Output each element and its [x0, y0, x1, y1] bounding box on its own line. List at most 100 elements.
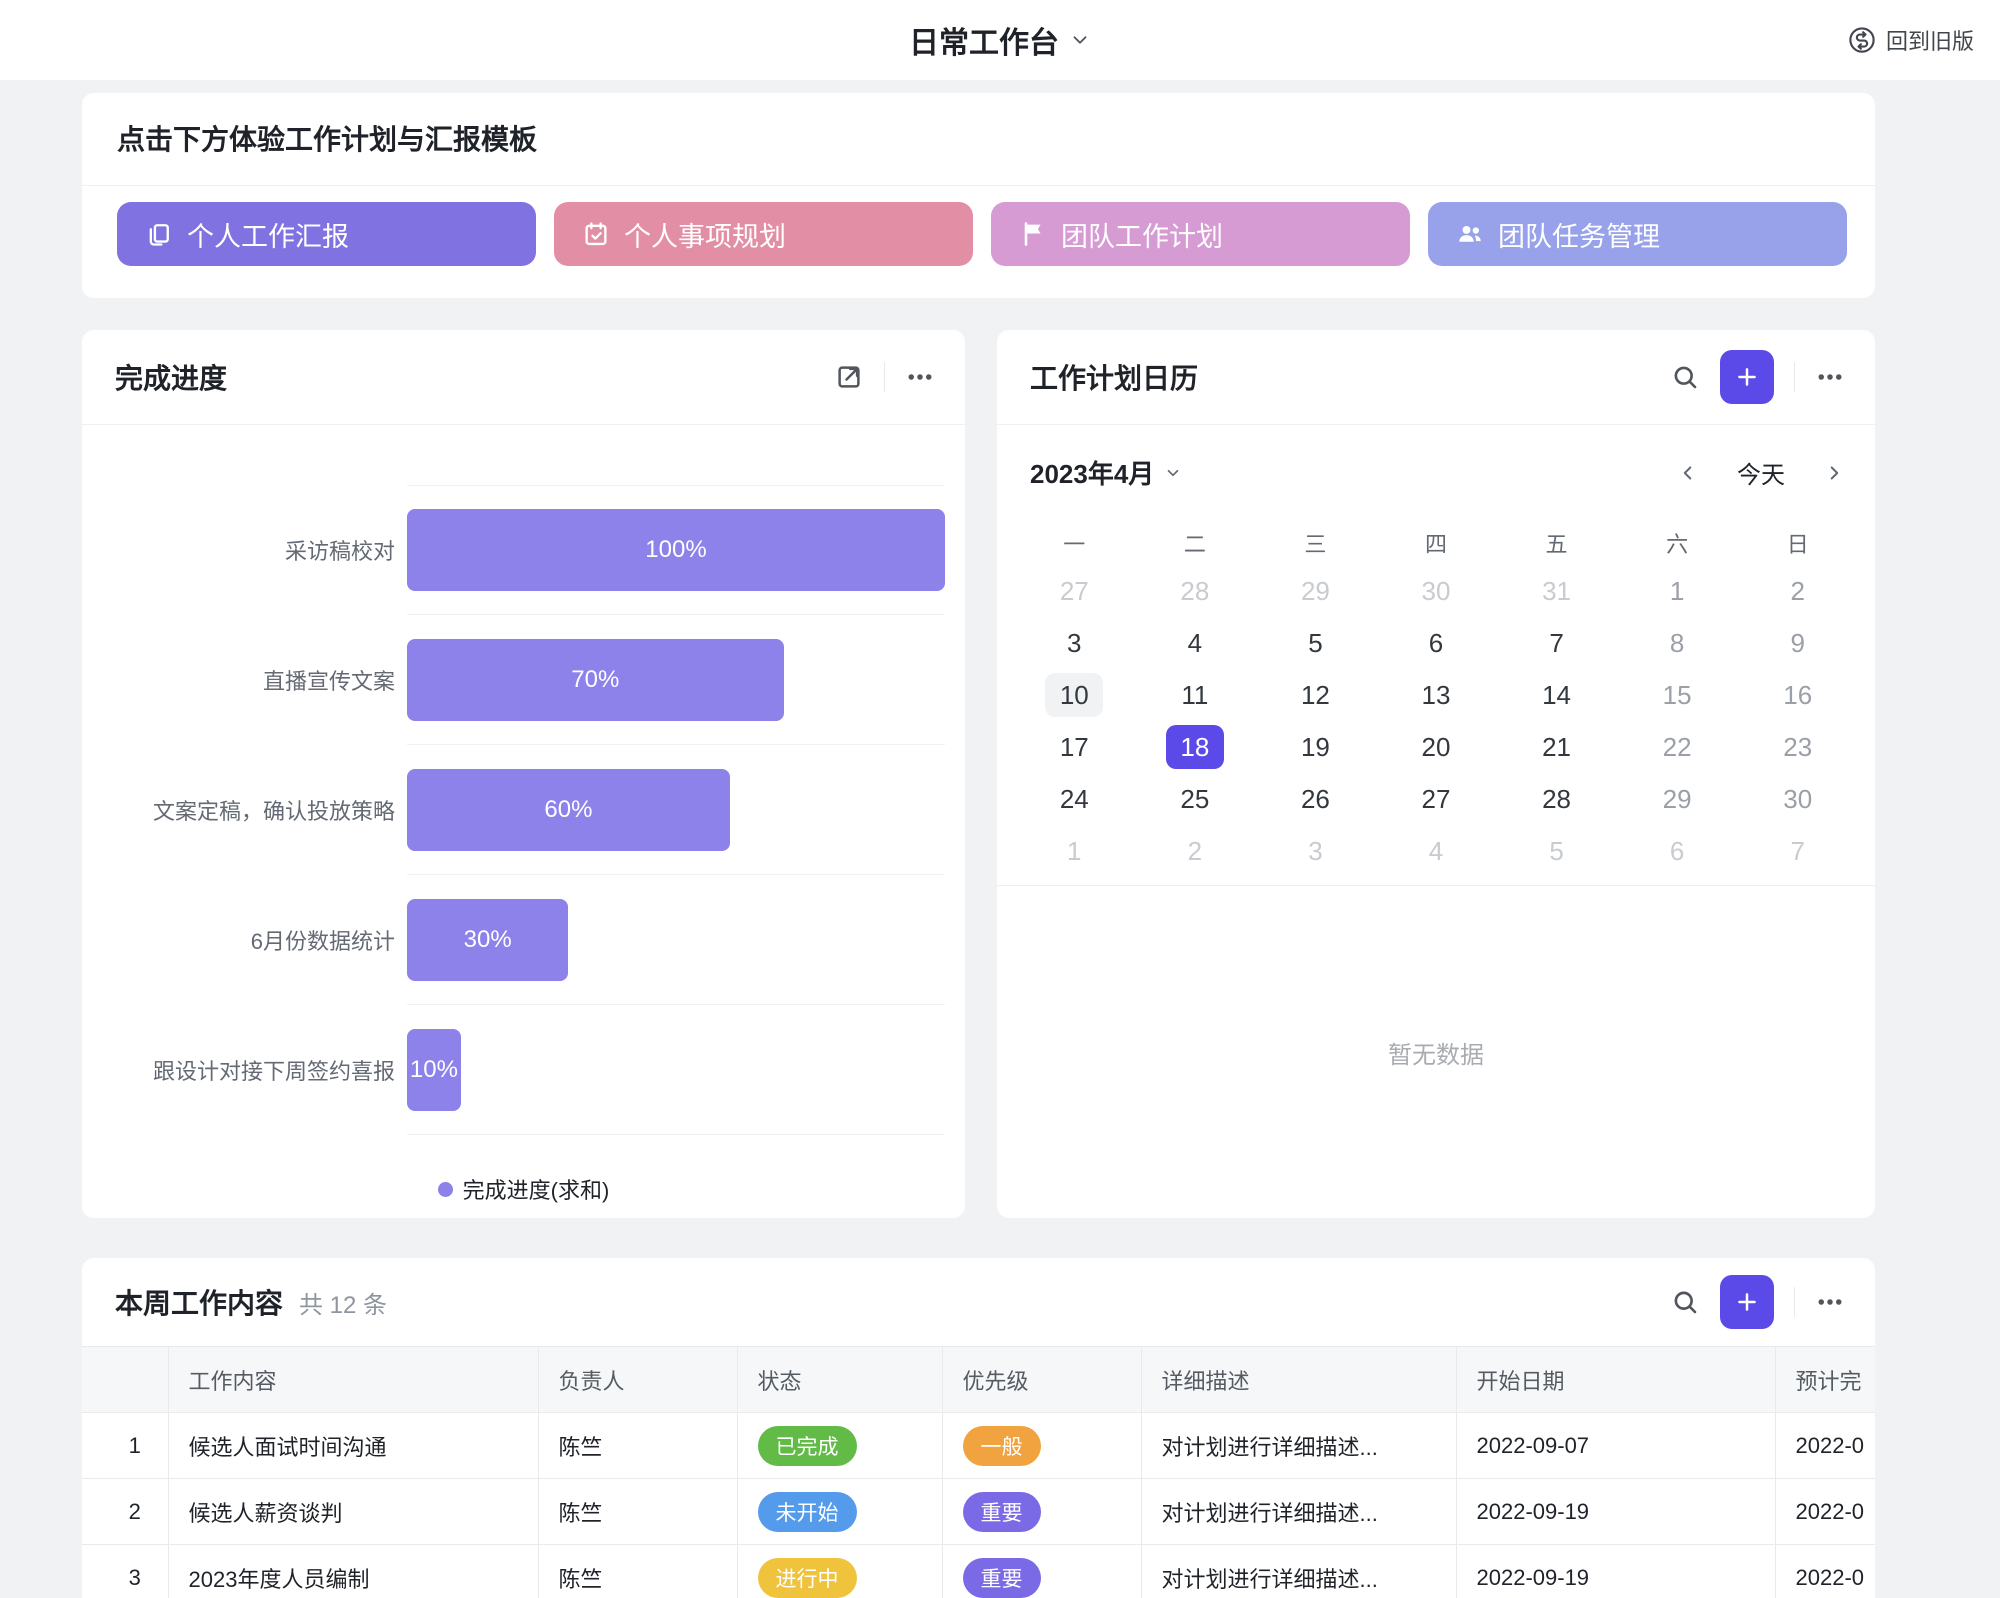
search-icon[interactable] — [1670, 362, 1700, 392]
description-cell[interactable]: 对计划进行详细描述... — [1141, 1479, 1456, 1545]
calendar-day-7[interactable]: 7 — [1737, 825, 1858, 877]
work-content-cell[interactable]: 候选人薪资谈判 — [168, 1479, 538, 1545]
calendar-day-22[interactable]: 22 — [1617, 721, 1738, 773]
template-button-2[interactable]: 个人事项规划 — [554, 202, 973, 266]
page-title-dropdown[interactable]: 日常工作台 — [909, 0, 1091, 80]
due-date-cell[interactable]: 2022-0 — [1775, 1545, 1875, 1598]
calendar-day-3[interactable]: 3 — [1255, 825, 1376, 877]
row-number-cell[interactable]: 3 — [82, 1545, 168, 1598]
description-cell[interactable]: 对计划进行详细描述... — [1141, 1413, 1456, 1479]
calendar-day-23[interactable]: 23 — [1737, 721, 1858, 773]
owner-cell[interactable]: 陈竺 — [538, 1479, 737, 1545]
owner-cell[interactable]: 陈竺 — [538, 1545, 737, 1598]
row-number-cell[interactable]: 1 — [82, 1413, 168, 1479]
calendar-day-4[interactable]: 4 — [1135, 617, 1256, 669]
calendar-day-1[interactable]: 1 — [1617, 565, 1738, 617]
calendar-day-16[interactable]: 16 — [1737, 669, 1858, 721]
calendar-day-8[interactable]: 8 — [1617, 617, 1738, 669]
calendar-day-24[interactable]: 24 — [1014, 773, 1135, 825]
next-month-icon[interactable] — [1823, 462, 1845, 484]
template-button-1[interactable]: 个人工作汇报 — [117, 202, 536, 266]
search-icon[interactable] — [1670, 1287, 1700, 1317]
add-record-button[interactable] — [1720, 350, 1774, 404]
work-content-cell[interactable]: 候选人面试时间沟通 — [168, 1413, 538, 1479]
calendar-day-6[interactable]: 6 — [1376, 617, 1497, 669]
column-header-6[interactable]: 开始日期 — [1456, 1347, 1775, 1413]
chart-bar[interactable]: 30% — [407, 899, 568, 981]
start-date-cell[interactable]: 2022-09-07 — [1456, 1413, 1775, 1479]
back-to-old-version-button[interactable]: 回到旧版 — [1847, 0, 1974, 80]
calendar-day-11[interactable]: 11 — [1135, 669, 1256, 721]
due-date-cell[interactable]: 2022-0 — [1775, 1479, 1875, 1545]
calendar-day-26[interactable]: 26 — [1255, 773, 1376, 825]
start-date-cell[interactable]: 2022-09-19 — [1456, 1545, 1775, 1598]
status-cell[interactable]: 未开始 — [737, 1479, 942, 1545]
calendar-day-28[interactable]: 28 — [1135, 565, 1256, 617]
calendar-day-27[interactable]: 27 — [1376, 773, 1497, 825]
calendar-day-14[interactable]: 14 — [1496, 669, 1617, 721]
calendar-day-9[interactable]: 9 — [1737, 617, 1858, 669]
more-menu-icon[interactable] — [1815, 1287, 1845, 1317]
priority-cell[interactable]: 重要 — [942, 1479, 1141, 1545]
more-menu-icon[interactable] — [905, 362, 935, 392]
calendar-day-1[interactable]: 1 — [1014, 825, 1135, 877]
column-header-2[interactable]: 负责人 — [538, 1347, 737, 1413]
row-number-cell[interactable]: 2 — [82, 1479, 168, 1545]
status-cell[interactable]: 已完成 — [737, 1413, 942, 1479]
calendar-day-29[interactable]: 29 — [1255, 565, 1376, 617]
calendar-day-3[interactable]: 3 — [1014, 617, 1135, 669]
calendar-day-30[interactable]: 30 — [1737, 773, 1858, 825]
calendar-day-2[interactable]: 2 — [1135, 825, 1256, 877]
template-button-3[interactable]: 团队工作计划 — [991, 202, 1410, 266]
chart-bar[interactable]: 70% — [407, 639, 784, 721]
calendar-day-5[interactable]: 5 — [1255, 617, 1376, 669]
calendar-day-25[interactable]: 25 — [1135, 773, 1256, 825]
month-selector[interactable]: 2023年4月 — [1030, 454, 1182, 491]
template-button-4[interactable]: 团队任务管理 — [1428, 202, 1847, 266]
calendar-day-18[interactable]: 18 — [1135, 721, 1256, 773]
chart-bar[interactable]: 60% — [407, 769, 730, 851]
more-menu-icon[interactable] — [1815, 362, 1845, 392]
priority-cell[interactable]: 重要 — [942, 1545, 1141, 1598]
add-record-button[interactable] — [1720, 1275, 1774, 1329]
today-button[interactable]: 今天 — [1737, 455, 1785, 490]
calendar-day-28[interactable]: 28 — [1496, 773, 1617, 825]
calendar-day-19[interactable]: 19 — [1255, 721, 1376, 773]
calendar-day-number: 26 — [1286, 777, 1344, 821]
calendar-day-13[interactable]: 13 — [1376, 669, 1497, 721]
calendar-day-6[interactable]: 6 — [1617, 825, 1738, 877]
column-header-7[interactable]: 预计完 — [1775, 1347, 1875, 1413]
calendar-day-29[interactable]: 29 — [1617, 773, 1738, 825]
calendar-day-27[interactable]: 27 — [1014, 565, 1135, 617]
due-date-cell[interactable]: 2022-0 — [1775, 1413, 1875, 1479]
work-content-cell[interactable]: 2023年度人员编制 — [168, 1545, 538, 1598]
owner-cell[interactable]: 陈竺 — [538, 1413, 737, 1479]
calendar-day-4[interactable]: 4 — [1376, 825, 1497, 877]
chart-row: 文案定稿，确认投放策略60% — [82, 745, 965, 875]
prev-month-icon[interactable] — [1677, 462, 1699, 484]
calendar-day-30[interactable]: 30 — [1376, 565, 1497, 617]
calendar-day-10[interactable]: 10 — [1014, 669, 1135, 721]
column-header-3[interactable]: 状态 — [737, 1347, 942, 1413]
calendar-day-31[interactable]: 31 — [1496, 565, 1617, 617]
calendar-day-20[interactable]: 20 — [1376, 721, 1497, 773]
priority-cell[interactable]: 一般 — [942, 1413, 1141, 1479]
column-header-index[interactable] — [82, 1347, 168, 1413]
chart-bar[interactable]: 10% — [407, 1029, 461, 1111]
chart-bar[interactable]: 100% — [407, 509, 945, 591]
calendar-day-2[interactable]: 2 — [1737, 565, 1858, 617]
calendar-day-7[interactable]: 7 — [1496, 617, 1617, 669]
calendar-day-17[interactable]: 17 — [1014, 721, 1135, 773]
column-header-1[interactable]: 工作内容 — [168, 1347, 538, 1413]
start-date-cell[interactable]: 2022-09-19 — [1456, 1479, 1775, 1545]
calendar-day-12[interactable]: 12 — [1255, 669, 1376, 721]
column-header-5[interactable]: 详细描述 — [1141, 1347, 1456, 1413]
calendar-day-number: 16 — [1769, 673, 1827, 717]
calendar-day-21[interactable]: 21 — [1496, 721, 1617, 773]
column-header-4[interactable]: 优先级 — [942, 1347, 1141, 1413]
status-cell[interactable]: 进行中 — [737, 1545, 942, 1598]
open-in-new-icon[interactable] — [834, 362, 864, 392]
calendar-day-5[interactable]: 5 — [1496, 825, 1617, 877]
calendar-day-15[interactable]: 15 — [1617, 669, 1738, 721]
description-cell[interactable]: 对计划进行详细描述... — [1141, 1545, 1456, 1598]
